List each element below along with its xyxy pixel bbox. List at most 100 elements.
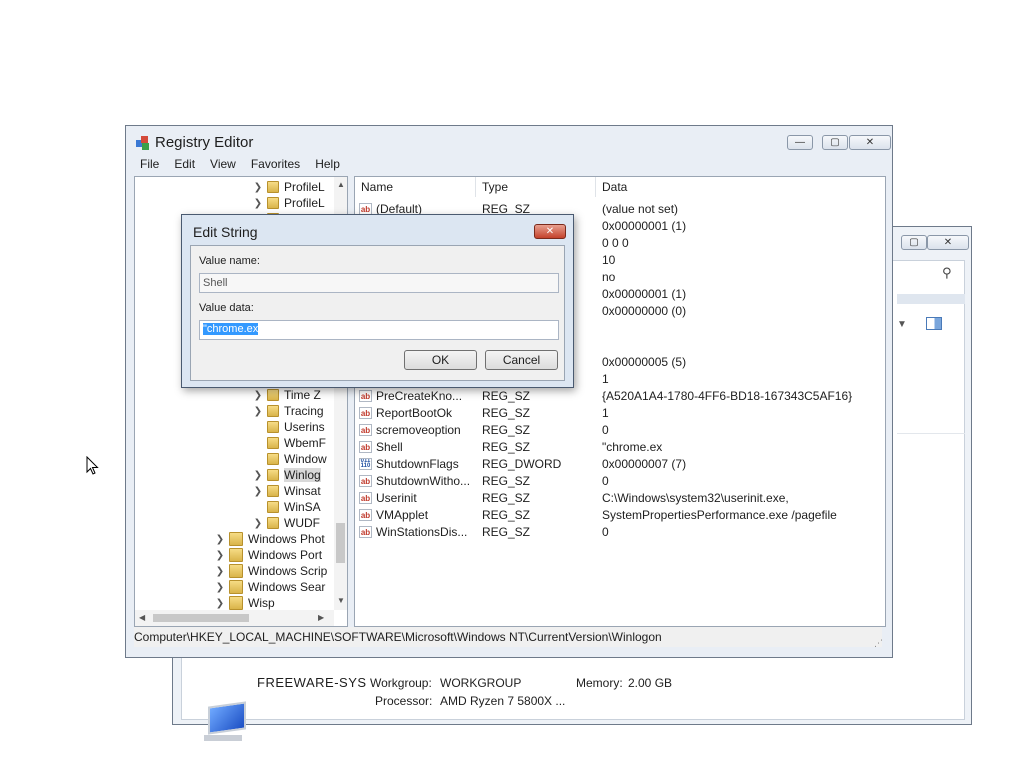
tree-item[interactable]: ❯ Winsat xyxy=(253,483,321,499)
status-bar: Computer\HKEY_LOCAL_MACHINE\SOFTWARE\Mic… xyxy=(134,627,882,647)
tree-item[interactable]: ❯ Wisp xyxy=(215,595,275,611)
tree-item[interactable]: WinSA xyxy=(253,499,321,515)
value-name-cell: ab ShutdownWitho... xyxy=(359,474,470,488)
chevron-right-icon[interactable]: ❯ xyxy=(215,582,225,593)
value-data-input[interactable]: "chrome.ex xyxy=(199,320,559,340)
value-name: ShutdownFlags xyxy=(376,457,459,471)
tree-item-label: WbemF xyxy=(284,436,326,450)
tree-item[interactable]: ❯ Windows Scrip xyxy=(215,563,327,579)
scroll-left-icon[interactable]: ◀ xyxy=(139,613,145,622)
menu-bar: File Edit View Favorites Help xyxy=(140,157,355,171)
string-value-icon: ab xyxy=(359,509,372,521)
resize-grip-icon[interactable]: ⋰ xyxy=(874,638,883,649)
registry-app-icon xyxy=(136,136,150,150)
chevron-right-icon[interactable]: ❯ xyxy=(215,598,225,609)
registry-close-button[interactable]: ✕ xyxy=(849,135,891,150)
tree-item[interactable]: Window xyxy=(253,451,327,467)
registry-restore-button[interactable]: ▢ xyxy=(822,135,848,150)
folder-icon xyxy=(267,421,279,433)
value-row[interactable]: ab ReportBootOk REG_SZ 1 xyxy=(355,405,885,422)
value-name: Userinit xyxy=(376,491,417,505)
chevron-right-icon[interactable]: ❯ xyxy=(215,566,225,577)
folder-icon xyxy=(229,548,243,562)
value-row[interactable]: ab Userinit REG_SZ C:\Windows\system32\user… xyxy=(355,490,885,507)
column-header-name[interactable]: Name xyxy=(355,177,476,197)
folder-icon xyxy=(267,389,279,401)
string-value-icon: ab xyxy=(359,424,372,436)
scroll-down-icon[interactable]: ▼ xyxy=(337,596,345,605)
chevron-right-icon[interactable]: ❯ xyxy=(253,198,263,209)
tree-item-label: Windows Phot xyxy=(248,532,325,546)
value-data-cell: 1 xyxy=(602,406,609,420)
chevron-right-icon[interactable]: ❯ xyxy=(253,406,263,417)
tree-item[interactable]: Userins xyxy=(253,419,325,435)
tree-item-label: ProfileL xyxy=(284,196,325,210)
value-data-cell: 0x00000007 (7) xyxy=(602,457,687,471)
processor-label: Processor: xyxy=(375,694,433,708)
tree-item[interactable]: ❯ ProfileL xyxy=(253,179,325,195)
value-data-cell: 0 xyxy=(602,474,609,488)
value-type-cell: REG_SZ xyxy=(482,508,531,522)
tree-item[interactable]: ❯ WUDF xyxy=(253,515,320,531)
menu-file[interactable]: File xyxy=(140,157,159,171)
tree-item[interactable]: ❯ Winlog xyxy=(253,467,321,483)
tree-item[interactable]: ❯ Windows Port xyxy=(215,547,322,563)
menu-favorites[interactable]: Favorites xyxy=(251,157,300,171)
value-name: Shell xyxy=(376,440,403,454)
value-row[interactable]: ab VMApplet REG_SZ SystemPropertiesPerforma… xyxy=(355,507,885,524)
menu-edit[interactable]: Edit xyxy=(174,157,195,171)
tree-item[interactable]: ❯ ProfileL xyxy=(253,195,325,211)
menu-help[interactable]: Help xyxy=(315,157,340,171)
menu-view[interactable]: View xyxy=(210,157,236,171)
dialog-close-button[interactable]: ✕ xyxy=(534,224,566,239)
string-value-icon: ab xyxy=(359,526,372,538)
tree-horizontal-scrollbar[interactable]: ◀ ▶ xyxy=(135,610,334,626)
tree-item-label: WinSA xyxy=(284,500,321,514)
value-row[interactable]: ab scremoveoption REG_SZ 0 xyxy=(355,422,885,439)
value-type-cell: REG_SZ xyxy=(482,525,531,539)
folder-icon xyxy=(229,532,243,546)
ok-button[interactable]: OK xyxy=(404,350,477,370)
chevron-right-icon[interactable]: ❯ xyxy=(215,534,225,545)
chevron-right-icon[interactable]: ❯ xyxy=(253,518,263,529)
dropdown-arrow-icon[interactable]: ▼ xyxy=(897,319,907,330)
folder-icon xyxy=(267,469,279,481)
registry-minimize-button[interactable]: — xyxy=(787,135,813,150)
chevron-right-icon[interactable]: ❯ xyxy=(253,470,263,481)
value-row[interactable]: ab Shell REG_SZ "chrome.ex xyxy=(355,439,885,456)
tree-item-label: Time Z xyxy=(284,388,321,402)
chevron-right-icon[interactable]: ❯ xyxy=(253,182,263,193)
scroll-right-icon[interactable]: ▶ xyxy=(318,613,324,622)
tree-item[interactable]: ❯ Windows Sear xyxy=(215,579,325,595)
value-row[interactable]: ab PreCreateKno... REG_SZ {A520A1A4-1780-4F… xyxy=(355,388,885,405)
value-name-field: Shell xyxy=(199,273,559,293)
column-header-type[interactable]: Type xyxy=(476,177,596,197)
value-row[interactable]: ab WinStationsDis... REG_SZ 0 xyxy=(355,524,885,541)
tree-item[interactable]: ❯ Time Z xyxy=(253,387,321,403)
string-value-icon: ab xyxy=(359,407,372,419)
chevron-right-icon[interactable]: ❯ xyxy=(253,486,263,497)
cancel-button[interactable]: Cancel xyxy=(485,350,558,370)
system-close-button[interactable]: ✕ xyxy=(927,235,969,250)
chevron-right-icon[interactable]: ❯ xyxy=(253,390,263,401)
search-icon[interactable]: ⚲ xyxy=(942,265,952,281)
pane-toggle-icon[interactable] xyxy=(926,317,942,330)
status-path: Computer\HKEY_LOCAL_MACHINE\SOFTWARE\Mic… xyxy=(134,630,662,644)
value-row[interactable]: 011 110 ShutdownFlags REG_DWORD 0x00000007 (… xyxy=(355,456,885,473)
tree-vscroll-thumb[interactable] xyxy=(336,523,345,563)
scroll-up-icon[interactable]: ▲ xyxy=(337,180,345,189)
tree-item[interactable]: ❯ Tracing xyxy=(253,403,324,419)
tree-item[interactable]: WbemF xyxy=(253,435,326,451)
chevron-right-icon[interactable]: ❯ xyxy=(215,550,225,561)
tree-item-label: Windows Sear xyxy=(248,580,326,594)
value-type-cell: REG_SZ xyxy=(482,474,531,488)
string-value-icon: ab xyxy=(359,492,372,504)
tree-hscroll-thumb[interactable] xyxy=(153,614,249,622)
value-row[interactable]: ab ShutdownWitho... REG_SZ 0 xyxy=(355,473,885,490)
value-type-cell: REG_DWORD xyxy=(482,457,562,471)
computer-icon xyxy=(204,701,246,741)
column-header-data[interactable]: Data xyxy=(596,177,885,197)
tree-item[interactable]: ❯ Windows Phot xyxy=(215,531,325,547)
folder-icon xyxy=(229,596,243,610)
system-restore-button[interactable]: ▢ xyxy=(901,235,927,250)
